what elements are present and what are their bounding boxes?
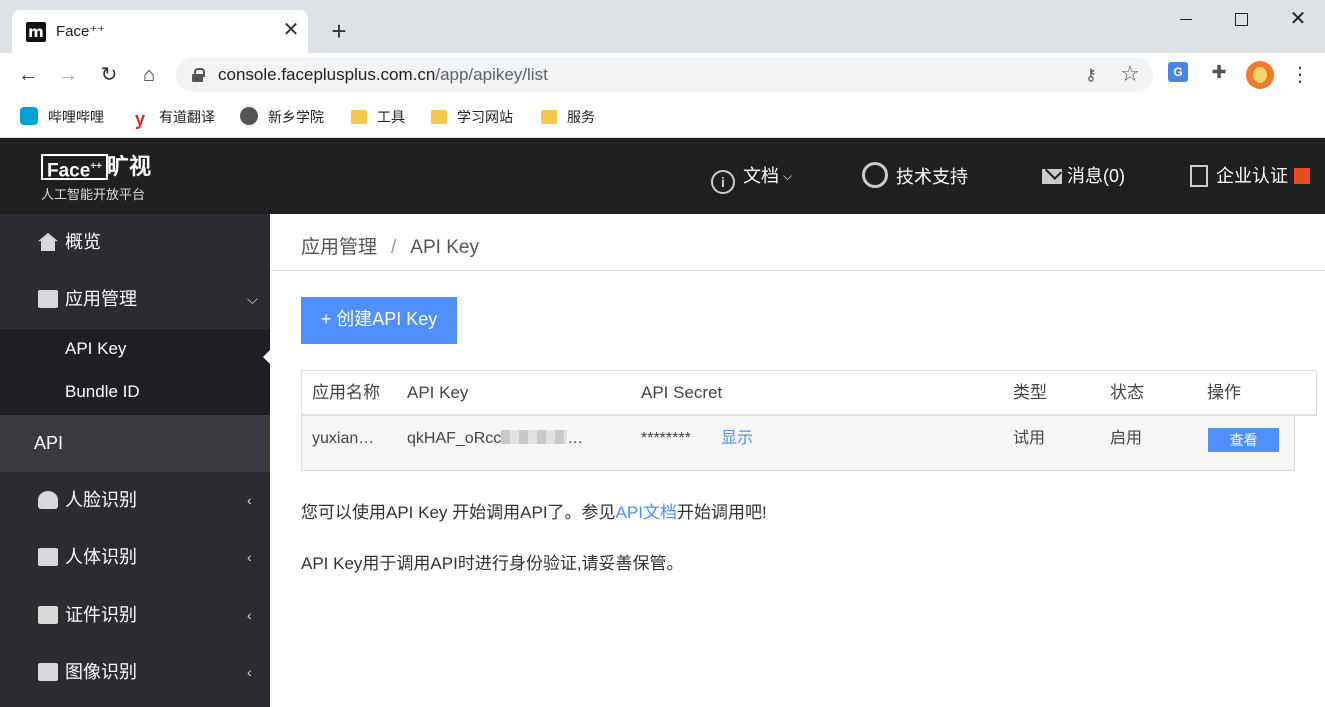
folder-icon: [351, 110, 367, 124]
site-header: Face++ 旷视 人工智能开放平台 i 文档 ⌵ 技术支持 消息(0) 企业认证: [0, 138, 1325, 214]
bilibili-icon: [20, 107, 38, 125]
reload-icon[interactable]: ↻: [95, 61, 123, 89]
nav-support[interactable]: 技术支持: [862, 162, 968, 190]
main-content: 应用管理 / API Key + 创建API Key 应用名称 API Key AP…: [270, 214, 1325, 707]
bookmark-star-icon[interactable]: ☆: [1118, 61, 1142, 87]
nav-docs[interactable]: i 文档 ⌵: [711, 162, 793, 194]
back-arrow-icon[interactable]: ←: [14, 61, 42, 89]
site-favicon-icon: m: [26, 22, 46, 42]
breadcrumb-api-key: API Key: [410, 237, 479, 258]
window-maximize-icon[interactable]: [1226, 6, 1256, 32]
browser-tabstrip: m Face⁺⁺ ✕ + ✕: [0, 0, 1325, 53]
api-docs-link[interactable]: API文档: [616, 503, 677, 522]
bookmark-folder-study[interactable]: 学习网站: [431, 106, 513, 128]
sidebar-item-body-recognition[interactable]: 人体识别 ‹: [0, 529, 270, 586]
google-translate-extension-icon[interactable]: G: [1168, 62, 1188, 82]
home-icon[interactable]: ⌂: [135, 61, 163, 89]
info-icon: i: [711, 170, 735, 194]
breadcrumb-app-management[interactable]: 应用管理: [301, 237, 377, 258]
sidebar-item-api-key[interactable]: API Key: [65, 339, 126, 359]
type-cell: 试用: [1013, 430, 1046, 447]
headset-icon: [862, 162, 888, 188]
bookmark-folder-services[interactable]: 服务: [541, 106, 595, 128]
chevron-left-icon: ‹: [247, 549, 252, 565]
chevron-left-icon: ‹: [247, 664, 252, 680]
col-action: 操作: [1207, 383, 1241, 402]
breadcrumb: 应用管理 / API Key: [301, 237, 479, 258]
browser-menu-icon[interactable]: ⋮: [1290, 61, 1310, 89]
show-secret-link[interactable]: 显示: [721, 416, 753, 462]
close-tab-icon[interactable]: ✕: [280, 19, 302, 41]
bookmark-youdao[interactable]: y 有道翻译: [131, 106, 215, 128]
home-icon: [38, 233, 58, 251]
building-icon: [1190, 165, 1208, 187]
gift-icon: [1294, 168, 1310, 184]
chevron-left-icon: ‹: [247, 492, 252, 508]
redacted-blur: [501, 430, 568, 444]
security-note: API Key用于调用API时进行身份验证,请妥善保管。: [301, 554, 684, 573]
logo-cn[interactable]: 旷视: [107, 154, 151, 180]
sidebar: 概览 应用管理 ⌵ API Key Bundle ID API 人脸识别 ‹ 人…: [0, 214, 271, 707]
view-button[interactable]: 查看: [1208, 428, 1279, 452]
nav-messages[interactable]: 消息(0): [1042, 162, 1125, 190]
status-cell: 启用: [1110, 430, 1143, 447]
new-tab-icon[interactable]: +: [325, 18, 353, 46]
extensions-puzzle-icon[interactable]: ✚: [1208, 61, 1230, 83]
address-bar[interactable]: console.faceplusplus.com.cn/app/apikey/l…: [176, 58, 1153, 92]
table-row: yuxian… qkHAF_oRcc… ******** 显示 试用 启用 查看: [301, 416, 1295, 471]
chevron-left-icon: ‹: [247, 607, 252, 623]
window-minimize-icon[interactable]: [1172, 6, 1202, 32]
window-close-icon[interactable]: ✕: [1283, 6, 1313, 32]
create-api-key-button[interactable]: + 创建API Key: [301, 297, 457, 344]
divider: [270, 270, 1325, 271]
globe-icon: [240, 107, 258, 125]
forward-arrow-icon[interactable]: →: [54, 61, 82, 89]
col-status: 状态: [1110, 383, 1144, 402]
bookmark-folder-tools[interactable]: 工具: [351, 106, 405, 128]
sidebar-item-overview[interactable]: 概览: [0, 214, 270, 271]
browser-toolbar: ← → ↻ ⌂ console.faceplusplus.com.cn/app/…: [0, 53, 1325, 97]
sidebar-item-app-management[interactable]: 应用管理 ⌵: [0, 271, 270, 328]
api-icon: [38, 290, 58, 308]
browser-tab[interactable]: m Face⁺⁺ ✕: [12, 10, 308, 53]
app-name-cell: yuxian…: [312, 430, 375, 447]
sidebar-item-face-recognition[interactable]: 人脸识别 ‹: [0, 472, 270, 529]
mail-icon: [1042, 169, 1062, 184]
sidebar-heading-api: API: [0, 415, 270, 472]
sidebar-item-image-recognition[interactable]: 图像识别 ‹: [0, 644, 270, 701]
chevron-down-icon: ⌵: [247, 291, 258, 307]
sidebar-item-id-recognition[interactable]: 证件识别 ‹: [0, 587, 270, 644]
sidebar-item-bundle-id[interactable]: Bundle ID: [65, 382, 140, 402]
folder-icon: [431, 110, 447, 124]
table-header: 应用名称 API Key API Secret 类型 状态 操作: [301, 370, 1317, 416]
bookmarks-bar: 哔哩哔哩 y 有道翻译 新乡学院 工具 学习网站 服务: [0, 97, 1325, 138]
image-icon: [38, 663, 58, 681]
id-card-icon: [38, 606, 58, 624]
usage-note: 您可以使用API Key 开始调用API了。参见API文档开始调用吧!: [301, 503, 767, 522]
tab-title: Face⁺⁺: [56, 23, 106, 40]
lock-icon[interactable]: [192, 68, 205, 82]
url-text[interactable]: console.faceplusplus.com.cn/app/apikey/l…: [218, 65, 548, 85]
sidebar-submenu: API Key Bundle ID: [0, 329, 270, 415]
api-key-cell: qkHAF_oRcc…: [407, 430, 584, 447]
key-icon[interactable]: ⚷: [1080, 65, 1102, 85]
nav-enterprise[interactable]: 企业认证: [1190, 162, 1310, 190]
folder-icon: [541, 110, 557, 124]
bookmark-bilibili[interactable]: 哔哩哔哩: [20, 106, 104, 128]
profile-avatar[interactable]: [1246, 61, 1274, 89]
logo[interactable]: Face++: [41, 154, 108, 181]
col-api-secret: API Secret: [641, 383, 723, 402]
user-icon: [38, 491, 58, 509]
col-app-name: 应用名称: [312, 383, 380, 402]
body-icon: [38, 548, 58, 566]
col-api-key: API Key: [407, 383, 469, 402]
logo-subtitle: 人工智能开放平台: [41, 187, 146, 202]
col-type: 类型: [1013, 383, 1047, 402]
chevron-down-icon: ⌵: [783, 169, 793, 183]
api-secret-cell: ********: [641, 430, 691, 447]
bookmark-xinxiang[interactable]: 新乡学院: [240, 106, 324, 128]
youdao-icon: y: [134, 109, 145, 129]
